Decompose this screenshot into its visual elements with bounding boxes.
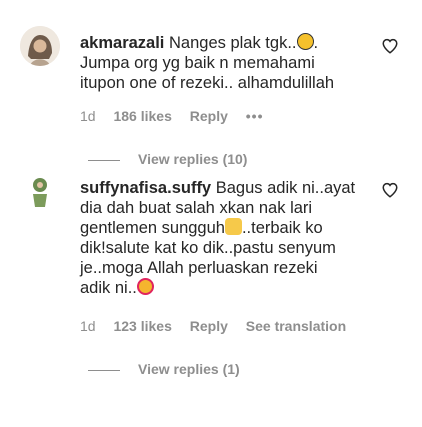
comment-meta: 1d 186 likes Reply ••• bbox=[80, 108, 277, 124]
see-translation-button[interactable]: See translation bbox=[246, 318, 346, 334]
likes-count[interactable]: 186 likes bbox=[113, 108, 171, 124]
comment-line: je..moga Allah perluaskan rezeki bbox=[80, 259, 318, 277]
comment-time: 1d bbox=[80, 108, 96, 124]
avatar[interactable] bbox=[20, 26, 60, 66]
comment-line: Nanges plak tgk.. bbox=[169, 34, 297, 52]
smiling-hearts-emoji-icon bbox=[136, 278, 154, 295]
comment-line: itupon one of rezeki.. alhamdulillah bbox=[80, 74, 335, 92]
replies-divider bbox=[88, 159, 120, 161]
avatar-image bbox=[20, 26, 60, 66]
reply-button[interactable]: Reply bbox=[190, 318, 228, 334]
heart-outline-icon[interactable] bbox=[381, 181, 399, 199]
comment-line: ..terbaik ko bbox=[241, 219, 323, 237]
avatar[interactable] bbox=[20, 172, 60, 212]
comment-line: Bagus adik ni..ayat bbox=[215, 179, 356, 197]
comment-line: dia dah buat salah xkan nak lari bbox=[80, 199, 313, 217]
more-options-icon[interactable]: ••• bbox=[246, 108, 264, 124]
comment-line: dik!salute kat ko dik..pastu senyum bbox=[80, 239, 336, 257]
view-replies-label: View replies (10) bbox=[138, 151, 248, 167]
thumbs-up-emoji-icon bbox=[224, 218, 242, 235]
replies-divider bbox=[88, 369, 120, 371]
comment-line: gentlemen sungguh bbox=[80, 219, 225, 237]
likes-count[interactable]: 123 likes bbox=[113, 318, 171, 334]
comment-text: suffynafisa.suffy Bagus adik ni..ayat di… bbox=[80, 178, 380, 298]
comment-line: adik ni.. bbox=[80, 279, 137, 297]
heart-outline-icon[interactable] bbox=[381, 37, 399, 55]
avatar-image bbox=[20, 172, 60, 212]
username[interactable]: suffynafisa.suffy bbox=[80, 179, 211, 197]
view-replies-button[interactable]: View replies (1) bbox=[80, 361, 240, 377]
comment-line: Jumpa org yg baik n memahami bbox=[80, 54, 315, 72]
comment-text: akmarazali Nanges plak tgk... Jumpa org … bbox=[80, 33, 335, 92]
comment-meta: 1d 123 likes Reply See translation bbox=[80, 318, 360, 334]
view-replies-button[interactable]: View replies (10) bbox=[80, 151, 247, 167]
comment-time: 1d bbox=[80, 318, 96, 334]
sad-face-emoji-icon bbox=[296, 33, 314, 50]
username[interactable]: akmarazali bbox=[80, 34, 164, 52]
reply-button[interactable]: Reply bbox=[190, 108, 228, 124]
view-replies-label: View replies (1) bbox=[138, 361, 240, 377]
